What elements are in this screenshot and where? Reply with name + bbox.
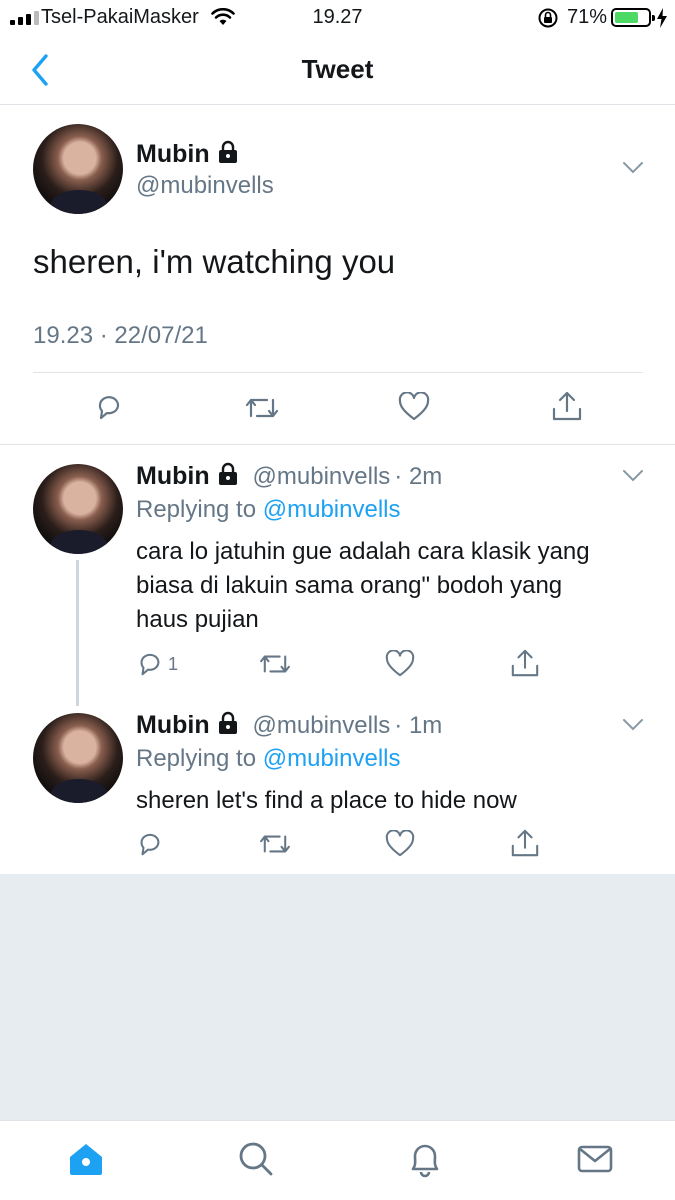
author-name-text[interactable]: Mubin [136,140,210,168]
search-icon[interactable] [236,1139,276,1179]
tweet-text: sheren, i'm watching you [33,243,396,280]
reply-text-line: sheren let's find a place to hide now [136,787,517,814]
retweet-button[interactable] [245,394,279,422]
share-icon [511,649,539,677]
author-handle[interactable]: @mubinvells [253,463,391,490]
retweet-button[interactable] [259,651,291,677]
author-handle[interactable]: @mubinvells [253,712,391,739]
avatar[interactable] [33,713,123,803]
like-button[interactable] [385,650,415,678]
author-name[interactable]: Mubin @mubinvells · 1m [136,711,442,740]
status-bar: Tsel-PakaiMasker 19.27 71% [0,0,675,34]
retweet-icon [260,655,290,673]
messages-icon[interactable] [575,1139,615,1179]
reply-button[interactable] [136,830,164,858]
retweet-icon [260,835,290,853]
heart-icon [385,830,415,857]
heart-icon [398,392,430,421]
protected-lock-icon [218,140,237,163]
replying-to-label: Replying to [136,745,257,772]
avatar[interactable] [33,464,123,554]
divider [33,372,643,373]
reply-count: 1 [168,653,179,674]
retweet-icon [245,398,279,418]
protected-lock-icon [218,462,237,485]
reply-button[interactable] [94,392,124,422]
reply-text-line: biasa di lakuin sama orang" bodoh yang [136,572,563,599]
replying-to-handle-link[interactable]: @mubinvells [263,496,401,523]
author-name-text[interactable]: Mubin [136,462,210,490]
nav-bar: Tweet [0,34,675,105]
battery-percent: 71% [567,6,608,28]
heart-icon [385,650,415,677]
like-button[interactable] [385,830,415,858]
tweet-age: · 2m [394,463,443,490]
reply-icon [98,396,120,420]
reply-text-line: cara lo jatuhin gue adalah cara klasik y… [136,538,590,565]
share-button[interactable] [551,390,583,422]
replying-to-label: Replying to [136,496,257,523]
replying-to-handle-link[interactable]: @mubinvells [263,745,401,772]
author-handle[interactable]: @mubinvells [136,172,274,200]
avatar[interactable] [33,124,123,214]
like-button[interactable] [398,392,430,422]
notifications-icon[interactable] [405,1139,445,1179]
thread-connector-line [76,560,79,706]
reply-text: cara lo jatuhin gue adalah cara klasik y… [136,535,656,637]
tab-bar [0,1120,675,1200]
reply-text: sheren let's find a place to hide now [136,784,656,818]
retweet-button[interactable] [259,831,291,857]
page-title: Tweet [301,54,374,84]
chevron-down-icon[interactable] [622,718,644,732]
reply-text-line: haus pujian [136,606,259,633]
author-name[interactable]: Mubin [136,140,240,169]
home-icon[interactable] [66,1139,106,1179]
replying-to: Replying to @mubinvells [136,496,401,524]
share-button[interactable] [510,648,540,678]
protected-lock-icon [218,711,237,734]
share-icon [511,829,539,857]
chevron-down-icon[interactable] [622,469,644,483]
author-name[interactable]: Mubin @mubinvells · 2m [136,462,442,491]
tweet-timestamp[interactable]: 19.23 · 22/07/21 [33,322,208,350]
empty-area [0,874,675,1120]
charging-bolt-icon [657,8,667,28]
orientation-lock-icon [538,8,558,28]
divider [0,444,675,445]
share-icon [552,391,582,421]
tweet-age: · 1m [394,712,443,739]
replying-to: Replying to @mubinvells [136,745,401,773]
battery-icon [611,8,655,27]
chevron-down-icon[interactable] [622,161,644,175]
author-name-text[interactable]: Mubin [136,711,210,739]
reply-icon [140,653,160,676]
reply-button[interactable]: 1 [136,650,178,678]
reply-icon [140,833,160,856]
share-button[interactable] [510,828,540,858]
